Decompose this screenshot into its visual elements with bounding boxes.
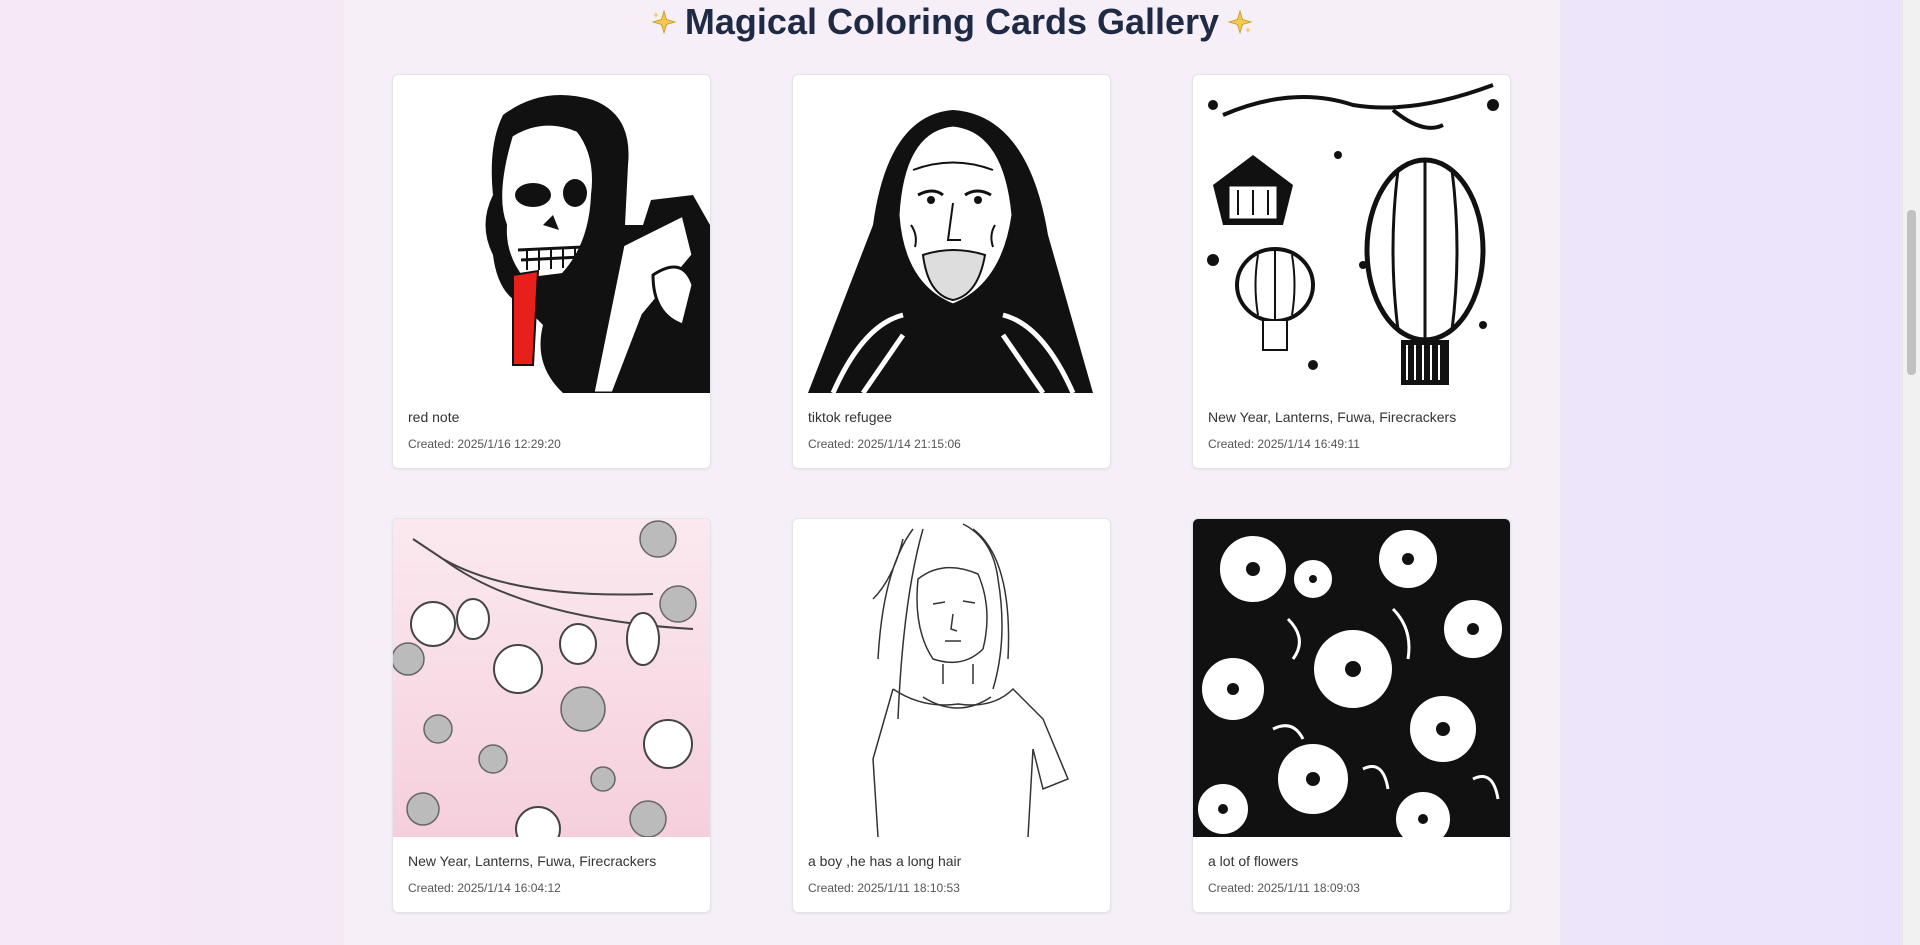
card-image[interactable] [1193, 75, 1510, 393]
card-created-date: Created: 2025/1/11 18:09:03 [1208, 881, 1360, 895]
card-created-date: Created: 2025/1/14 16:49:11 [1208, 437, 1360, 451]
gallery-card[interactable]: New Year, Lanterns, Fuwa, Firecrackers C… [1192, 74, 1511, 469]
card-image[interactable] [793, 519, 1110, 837]
card-caption: red note [408, 409, 460, 425]
card-image[interactable] [793, 75, 1110, 393]
card-caption: New Year, Lanterns, Fuwa, Firecrackers [408, 853, 657, 869]
scrollbar-thumb[interactable] [1907, 210, 1916, 375]
card-created-date: Created: 2025/1/14 21:15:06 [808, 437, 961, 451]
card-caption: a lot of flowers [1208, 853, 1299, 869]
card-caption: New Year, Lanterns, Fuwa, Firecrackers [1208, 409, 1457, 425]
card-image[interactable] [393, 519, 710, 837]
gallery-card[interactable]: a boy ,he has a long hair Created: 2025/… [792, 518, 1111, 913]
card-created-date: Created: 2025/1/11 18:10:53 [808, 881, 960, 895]
gallery-card[interactable]: New Year, Lanterns, Fuwa, Firecrackers C… [392, 518, 711, 913]
gallery-card[interactable]: tiktok refugee Created: 2025/1/14 21:15:… [792, 74, 1111, 469]
gallery-card[interactable]: red note Created: 2025/1/16 12:29:20 [392, 74, 711, 469]
page-title: Magical Coloring Cards Gallery [684, 1, 1220, 42]
card-created-date: Created: 2025/1/14 16:04:12 [408, 881, 561, 895]
card-caption: a boy ,he has a long hair [808, 853, 962, 869]
gallery-card[interactable]: a lot of flowers Created: 2025/1/11 18:0… [1192, 518, 1511, 913]
card-image[interactable] [1193, 519, 1510, 837]
card-caption: tiktok refugee [808, 409, 893, 425]
card-created-date: Created: 2025/1/16 12:29:20 [408, 437, 561, 451]
sparkle-icon [651, 9, 677, 35]
sparkle-icon [1227, 9, 1253, 35]
gallery-header: Magical Coloring Cards Gallery [344, 0, 1560, 44]
card-image[interactable] [393, 75, 710, 393]
vertical-scrollbar[interactable] [1902, 0, 1920, 945]
